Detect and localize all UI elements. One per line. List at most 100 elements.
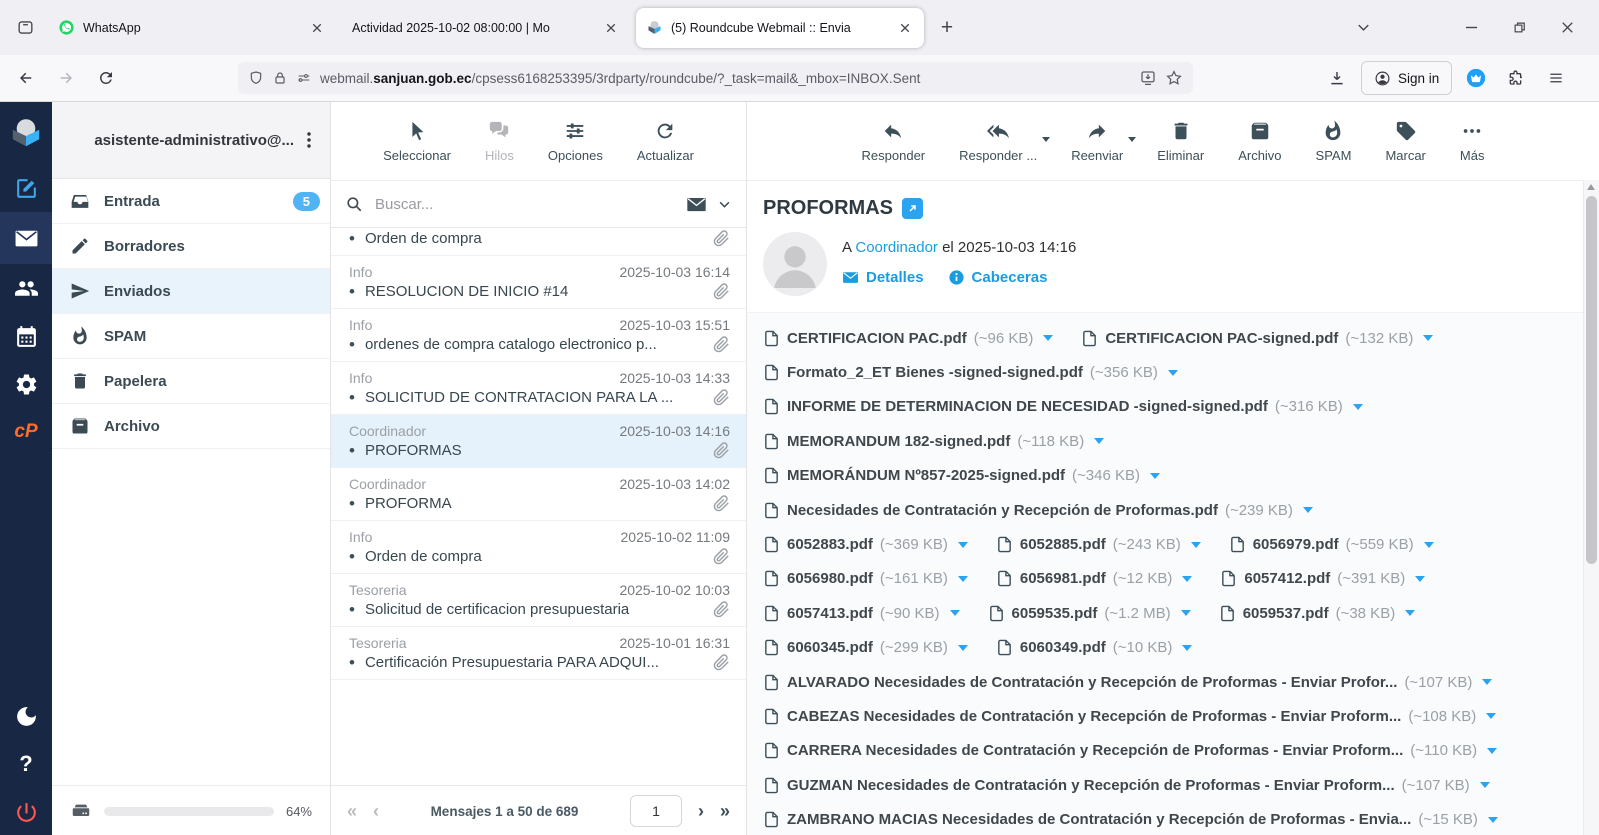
list-toolbar-opciones-button[interactable]: Opciones — [544, 120, 607, 163]
attachment-item[interactable]: 6057413.pdf(~90 KB) — [763, 605, 960, 622]
attachment-item[interactable]: GUZMAN Necesidades de Contratación y Rec… — [763, 777, 1490, 794]
tab-actividad[interactable]: Actividad 2025-10-02 08:00:00 | Mo — [342, 8, 630, 48]
tab-whatsapp[interactable]: WhatsApp — [48, 8, 336, 48]
attachment-item[interactable]: 6057412.pdf(~391 KB) — [1220, 570, 1425, 587]
minimize-button[interactable] — [1447, 11, 1495, 45]
message-row[interactable]: Info2025-10-03 16:14•RESOLUCION DE INICI… — [331, 256, 746, 309]
tab-overflow-chevron-icon[interactable] — [1339, 11, 1387, 45]
message-row[interactable]: Tesoreria2025-10-02 10:03•Solicitud de c… — [331, 574, 746, 627]
attachment-item[interactable]: CARRERA Necesidades de Contratación y Re… — [763, 742, 1497, 759]
close-icon[interactable] — [308, 19, 326, 37]
attachment-menu-caret-icon[interactable] — [1424, 542, 1434, 548]
back-button[interactable] — [10, 62, 42, 94]
compose-button[interactable] — [0, 164, 52, 212]
attachment-item[interactable]: 6059535.pdf(~1.2 MB) — [988, 605, 1191, 622]
view-toolbar-archivo-button[interactable]: Archivo — [1234, 120, 1285, 163]
tab-roundcube-active[interactable]: (5) Roundcube Webmail :: Envia — [636, 8, 924, 48]
attachment-menu-caret-icon[interactable] — [958, 645, 968, 651]
folder-item-spam[interactable]: SPAM — [52, 314, 330, 359]
folder-item-enviados[interactable]: Enviados — [52, 269, 330, 314]
message-row[interactable]: Info2025-10-02 11:09•Orden de compra — [331, 521, 746, 574]
attachment-item[interactable]: MEMORANDUM 182-signed.pdf(~118 KB) — [763, 433, 1104, 450]
kebab-menu-icon[interactable] — [298, 129, 320, 151]
folder-item-archivo[interactable]: Archivo — [52, 404, 330, 449]
folder-item-papelera[interactable]: Papelera — [52, 359, 330, 404]
next-page-button[interactable]: › — [698, 801, 704, 822]
message-row[interactable]: Info2025-10-03 15:51•ordenes de compra c… — [331, 309, 746, 362]
attachment-item[interactable]: 6056980.pdf(~161 KB) — [763, 570, 968, 587]
lock-icon[interactable] — [272, 70, 288, 86]
attachment-item[interactable]: CERTIFICACION PAC.pdf(~96 KB) — [763, 330, 1053, 347]
sign-in-button[interactable]: Sign in — [1361, 61, 1452, 95]
dark-mode-moon-icon[interactable] — [0, 692, 52, 740]
attachment-menu-caret-icon[interactable] — [1182, 645, 1192, 651]
attachment-menu-caret-icon[interactable] — [950, 610, 960, 616]
close-icon[interactable] — [602, 19, 620, 37]
first-page-button[interactable]: « — [347, 801, 357, 822]
message-row[interactable]: Coordinador2025-10-03 14:16•PROFORMAS — [331, 415, 746, 468]
logout-power-icon[interactable] — [0, 788, 52, 835]
attachment-menu-caret-icon[interactable] — [958, 576, 968, 582]
forward-button[interactable] — [50, 62, 82, 94]
attachment-item[interactable]: 6059537.pdf(~38 KB) — [1219, 605, 1416, 622]
attachment-item[interactable]: 6060345.pdf(~299 KB) — [763, 639, 968, 656]
attachment-item[interactable]: 6056979.pdf(~559 KB) — [1229, 536, 1434, 553]
save-page-icon[interactable] — [1139, 69, 1157, 87]
prev-page-button[interactable]: ‹ — [373, 801, 379, 822]
attachment-menu-caret-icon[interactable] — [1353, 404, 1363, 410]
scrollbar[interactable] — [1583, 180, 1599, 835]
shield-icon[interactable] — [248, 70, 264, 86]
attachment-item[interactable]: CERTIFICACION PAC-signed.pdf(~132 KB) — [1081, 330, 1433, 347]
chevron-down-icon[interactable] — [717, 197, 732, 212]
page-number-input[interactable] — [630, 795, 682, 827]
close-icon[interactable] — [896, 19, 914, 37]
help-icon[interactable]: ? — [0, 740, 52, 788]
permissions-icon[interactable] — [296, 70, 312, 86]
attachment-menu-caret-icon[interactable] — [1191, 542, 1201, 548]
cpanel-icon[interactable]: cP — [0, 408, 52, 456]
attachment-menu-caret-icon[interactable] — [1181, 610, 1191, 616]
view-toolbar-mas-button[interactable]: Más — [1456, 120, 1489, 163]
attachment-menu-caret-icon[interactable] — [1094, 438, 1104, 444]
search-bar[interactable] — [331, 181, 746, 228]
profile-avatar-icon[interactable] — [1460, 62, 1492, 94]
attachment-menu-caret-icon[interactable] — [1168, 370, 1178, 376]
attachment-item[interactable]: CABEZAS Necesidades de Contratación y Re… — [763, 708, 1496, 725]
attachment-menu-caret-icon[interactable] — [1182, 576, 1192, 582]
attachment-menu-caret-icon[interactable] — [1303, 507, 1313, 513]
attachment-menu-caret-icon[interactable] — [1423, 335, 1433, 341]
message-row[interactable]: •Orden de compra — [331, 228, 746, 256]
view-toolbar-marcar-button[interactable]: Marcar — [1381, 120, 1429, 163]
attachment-item[interactable]: Formato_2_ET Bienes -signed-signed.pdf(~… — [763, 364, 1178, 381]
firefox-view-icon[interactable] — [8, 11, 42, 45]
chevron-down-icon[interactable] — [1042, 137, 1050, 142]
details-link[interactable]: Detalles — [842, 269, 924, 286]
list-toolbar-actualizar-button[interactable]: Actualizar — [633, 120, 698, 163]
url-bar[interactable]: webmail.sanjuan.gob.ec/cpsess6168253395/… — [238, 62, 1193, 94]
search-input[interactable] — [373, 195, 676, 214]
attachment-menu-caret-icon[interactable] — [1482, 679, 1492, 685]
reload-button[interactable] — [90, 62, 122, 94]
list-toolbar-hilos-button[interactable]: Hilos — [481, 120, 518, 163]
open-in-new-window-icon[interactable] — [902, 198, 923, 219]
attachment-menu-caret-icon[interactable] — [1405, 610, 1415, 616]
account-header[interactable]: asistente-administrativo@... — [52, 102, 330, 179]
attachment-item[interactable]: 6052883.pdf(~369 KB) — [763, 536, 968, 553]
sidebar-item-calendar[interactable] — [0, 312, 52, 360]
sidebar-item-mail[interactable] — [0, 212, 52, 264]
attachment-item[interactable]: 6060349.pdf(~10 KB) — [996, 639, 1193, 656]
attachment-menu-caret-icon[interactable] — [1043, 335, 1053, 341]
attachment-menu-caret-icon[interactable] — [958, 542, 968, 548]
attachment-menu-caret-icon[interactable] — [1480, 782, 1490, 788]
view-toolbar-responder-button[interactable]: Responder ... — [955, 120, 1041, 163]
attachment-item[interactable]: ZAMBRANO MACIAS Necesidades de Contratac… — [763, 811, 1498, 828]
extensions-icon[interactable] — [1500, 62, 1532, 94]
new-tab-button[interactable]: + — [930, 11, 964, 45]
message-row[interactable]: Tesoreria2025-10-01 16:31•Certificación … — [331, 627, 746, 680]
last-page-button[interactable]: » — [720, 801, 730, 822]
scrollbar-thumb[interactable] — [1586, 196, 1597, 564]
url-text[interactable]: webmail.sanjuan.gob.ec/cpsess6168253395/… — [320, 71, 1131, 86]
menu-button[interactable] — [1540, 62, 1572, 94]
list-toolbar-seleccionar-button[interactable]: Seleccionar — [379, 120, 455, 163]
attachment-menu-caret-icon[interactable] — [1487, 748, 1497, 754]
